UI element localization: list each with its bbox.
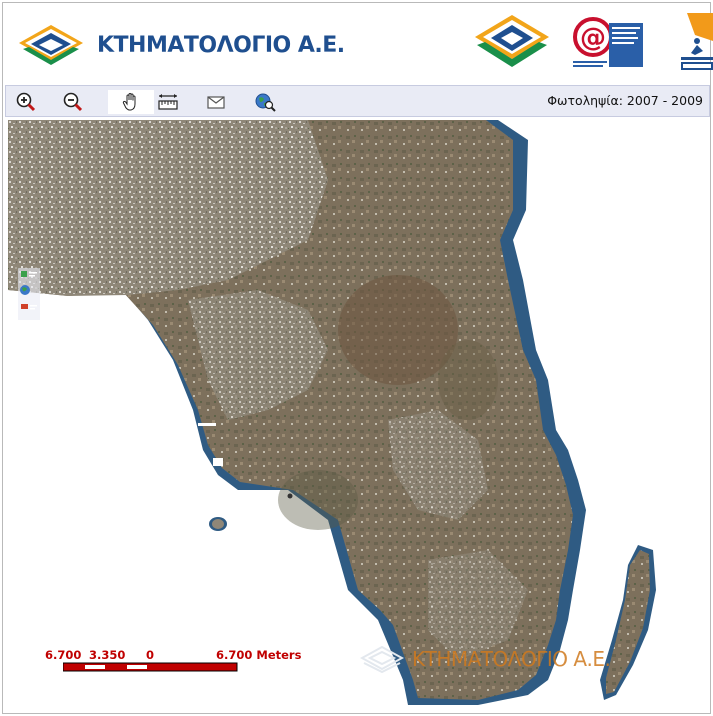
map-viewport[interactable] [8,120,708,705]
layer-switcher-icon [18,268,40,320]
measure-icon [158,94,178,110]
scale-label-mid: 3.350 [89,648,126,662]
scale-label-left: 6.700 [45,648,82,662]
email-button[interactable] [204,90,228,114]
watermark-logo-icon [360,645,404,673]
ktimatologio-logo-icon [475,15,549,67]
map-toolbar: Φωτοληψία: 2007 - 2009 [5,85,710,117]
svg-text:@: @ [580,23,606,53]
scale-labels: 6.700 3.350 0 6.700 Meters [45,648,305,662]
measure-button[interactable] [156,90,180,114]
brand-name: ΚΤΗΜΑΤΟΛΟΓΙΟ Α.Ε. [97,32,345,58]
layer-switcher[interactable] [18,268,40,320]
photo-date-label: Φωτοληψία: 2007 - 2009 [547,93,703,108]
globe-search-icon [255,93,276,112]
watermark-text: ΚΤΗΜΑΤΟΛΟΓΙΟ Α.Ε. [412,647,611,671]
zoom-in-icon [16,92,36,112]
header: ΚΤΗΜΑΤΟΛΟΓΙΟ Α.Ε. @ [3,3,713,78]
watermark: ΚΤΗΜΑΤΟΛΟΓΙΟ Α.Ε. [360,645,611,673]
greece-2006-logo-icon [681,13,713,70]
zoom-out-button[interactable] [61,90,85,114]
ktimatologio-logo-icon [19,25,83,65]
information-society-logo-icon: @ [573,17,643,67]
envelope-icon [207,96,225,109]
scale-label-right: 6.700 Meters [216,648,302,662]
scale-label-zero: 0 [146,648,155,662]
zoom-in-button[interactable] [14,90,38,114]
scale-bar-graphic [63,662,238,672]
locate-button[interactable] [253,90,277,114]
brand: ΚΤΗΜΑΤΟΛΟΓΙΟ Α.Ε. [15,23,345,67]
zoom-out-icon [63,92,83,112]
scale-bar: 6.700 3.350 0 6.700 Meters [45,648,305,676]
aerial-imagery [8,120,656,705]
pan-button[interactable] [108,90,154,114]
pan-hand-icon [122,92,136,111]
